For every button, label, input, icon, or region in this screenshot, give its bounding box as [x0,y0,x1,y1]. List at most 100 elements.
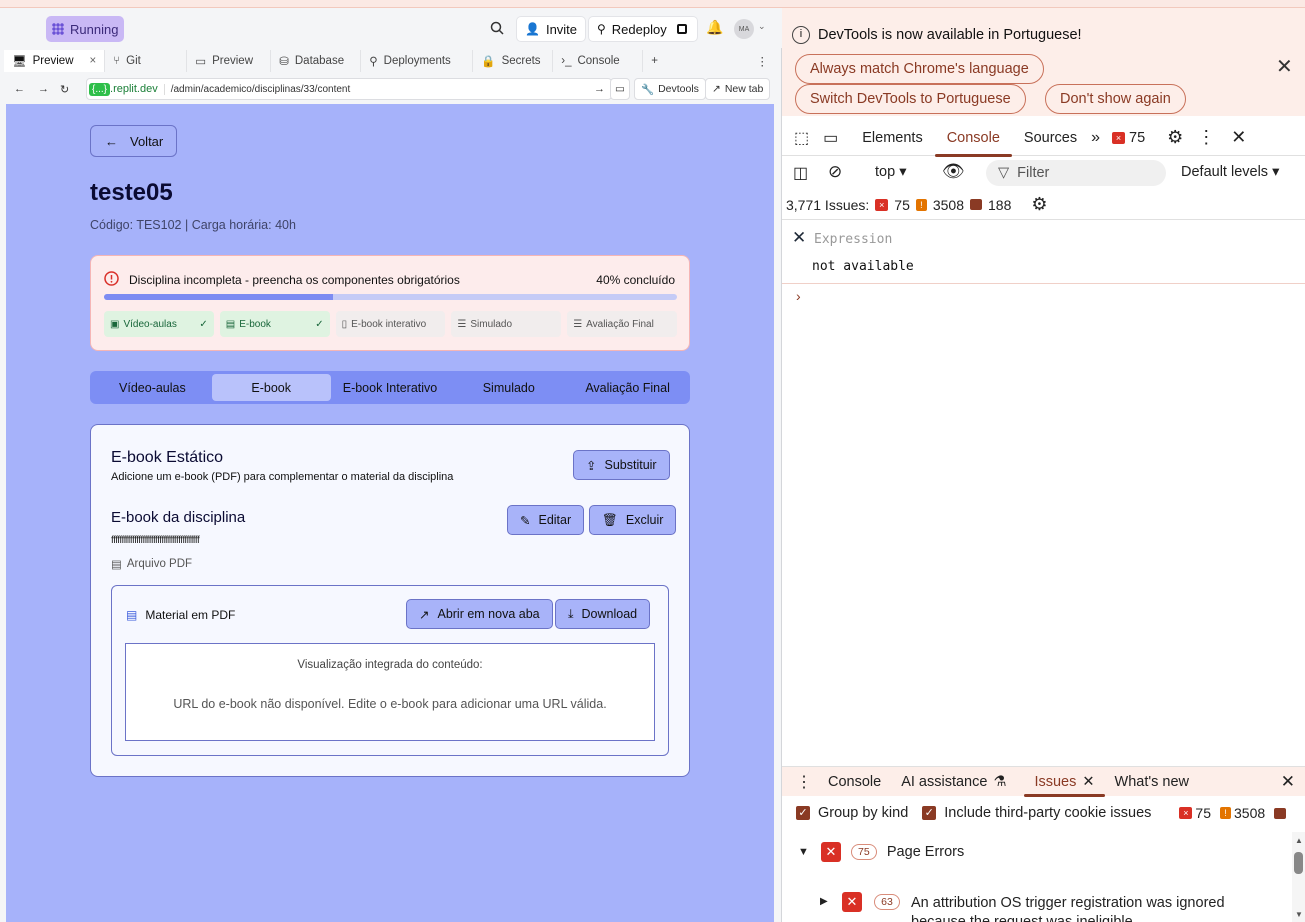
download-button[interactable]: ⤓ Download [555,599,651,629]
drawer-tab-whats-new[interactable]: What's new [1105,767,1200,797]
tab-console[interactable]: Console [934,120,1013,157]
tab-deployments[interactable]: ⚲ Deployments [361,50,474,72]
tab-simulado[interactable]: Simulado [449,374,568,401]
back-button[interactable]: ← Voltar [90,125,177,157]
url-input[interactable]: {...} .replit.dev /admin/academico/disci… [86,78,612,100]
chip-ebook: ▤ E-book ✓ [219,311,330,337]
context-select[interactable]: top ▾ [875,164,906,180]
drawer-tab-console[interactable]: Console [818,767,891,797]
terminal-icon: ›_ [561,55,572,67]
tab-database[interactable]: ⛁ Database [271,50,362,72]
close-icon[interactable]: ✕ [1276,54,1293,79]
replace-button[interactable]: ⇪ Substituir [573,450,670,480]
avatar[interactable]: MA [734,19,754,39]
host-badge: {...} [89,82,111,96]
edit-button[interactable]: ✎ Editar [507,505,585,535]
pdf-section: ▤ Material em PDF ↗ Abrir em nova aba ⤓ Do… [111,585,669,756]
screen-icon[interactable]: ▭ [610,78,630,100]
group-count: 75 [850,844,877,860]
close-icon[interactable]: ✕ [792,228,806,248]
invite-button[interactable]: 👤 Invite [516,16,587,42]
redeploy-button[interactable]: ⚲ Redeploy [588,16,698,42]
levels-select[interactable]: Default levels ▾ [1181,164,1279,180]
back-arrow-icon[interactable]: ← [14,83,25,95]
running-status[interactable]: Running [46,16,124,42]
tab-video-aulas[interactable]: Vídeo-aulas [93,374,212,401]
tab-avaliacao-final[interactable]: Avaliação Final [568,374,687,401]
go-arrow-icon[interactable]: → [594,83,605,95]
content-tabs: Vídeo-aulas E-book E-book Interativo Sim… [90,371,690,404]
close-icon[interactable]: × [90,55,97,67]
url-path: /admin/academico/disciplinas/33/content [163,83,350,95]
device-toggle-icon[interactable]: ▭ [823,128,838,148]
forward-arrow-icon[interactable]: → [38,83,49,95]
tab-ebook-interativo[interactable]: E-book Interativo [331,374,450,401]
download-icon: ⤓ [568,606,574,621]
gear-icon[interactable]: ⚙ [1167,127,1183,148]
expand-down-icon[interactable]: ▼ [798,846,809,858]
filter-input[interactable]: ▽ Filter [986,160,1166,186]
devtools-button[interactable]: 🔧 Devtools [634,78,706,100]
tab-git[interactable]: ⑂ Git [105,50,188,72]
tab-secrets[interactable]: 🔒 Secrets [473,50,554,72]
chip-avaliacao-final: ☰ Avaliação Final [567,311,677,337]
group-by-kind-checkbox[interactable]: ✓ [796,806,810,820]
always-match-button[interactable]: Always match Chrome's language [795,54,1044,84]
item-count: 63 [874,894,900,910]
trash-icon: 🗑 [602,512,618,527]
git-icon: ⑂ [113,55,121,67]
arrow-left-icon: ← [105,133,118,149]
message-icon [1274,807,1287,819]
tab-ebook[interactable]: E-book [211,374,331,401]
drawer-menu-icon[interactable]: ⋮ [796,772,812,792]
ebook-description: ffffffffffffffffffffffffffffffffffffffff… [111,535,200,546]
dont-show-button[interactable]: Don't show again [1045,84,1186,114]
new-tab-button[interactable]: + [643,50,666,72]
new-tab-link-button[interactable]: ↗ New tab [705,78,771,100]
tab-elements[interactable]: Elements [850,120,934,156]
inspect-icon[interactable]: ⬚ [794,128,809,148]
close-icon[interactable]: ✕ [1082,774,1094,790]
delete-button[interactable]: 🗑 Excluir [589,505,677,535]
close-devtools-icon[interactable]: ✕ [1231,127,1246,148]
scrollbar[interactable]: ▲ ▼ [1292,832,1305,922]
list-icon: ☰ [573,318,583,330]
tab-sources[interactable]: Sources [1012,120,1089,156]
chevron-down-icon[interactable]: ⌄ [758,21,766,32]
switch-language-button[interactable]: Switch DevTools to Portuguese [795,84,1026,114]
issue-item[interactable]: ▶ ✕ 63 An attribution OS trigger registr… [782,882,1292,922]
drawer-tab-ai[interactable]: AI assistance ⚗ [891,767,1016,797]
top-strip [0,0,1305,8]
open-new-tab-button[interactable]: ↗ Abrir em nova aba [406,599,553,629]
search-icon[interactable] [490,21,504,40]
sidebar-toggle-icon[interactable]: ◫ [793,163,808,183]
redeploy-icon: ⚲ [597,22,606,36]
tab-preview-active[interactable]: 🖥 Preview × [4,50,106,72]
scroll-up-icon[interactable]: ▲ [1295,836,1303,845]
drawer-tab-issues[interactable]: Issues ✕ [1024,767,1105,797]
pdf-label: ▤ Material em PDF [126,608,236,622]
expand-right-icon[interactable]: ▶ [820,896,828,907]
expression-input[interactable]: Expression [814,232,892,247]
third-party-checkbox[interactable]: ✓ [922,806,937,820]
reload-icon[interactable]: ↻ [60,83,69,96]
kebab-menu-icon[interactable]: ⋮ [1197,127,1215,148]
issues-options: ✓ Group by kind ✓ Include third-party co… [782,798,1305,828]
issues-summary[interactable]: 3,771 Issues: × 75 ! 3508 188 ⚙ [782,190,1305,220]
error-icon: ✕ [842,892,862,912]
eye-icon[interactable]: 👁 [942,161,965,182]
scroll-thumb[interactable] [1294,852,1303,874]
clear-console-icon[interactable]: ⊘ [828,162,842,182]
error-count[interactable]: 75 [1129,130,1145,146]
more-tabs-icon[interactable]: » [1091,129,1100,147]
more-icon[interactable]: ⋮ [749,50,777,72]
close-drawer-icon[interactable]: ✕ [1281,772,1295,792]
issue-group-page-errors[interactable]: ▼ ✕ 75 Page Errors [782,832,1292,872]
tab-preview[interactable]: ▭ Preview [187,50,272,72]
console-prompt[interactable]: › [796,288,801,304]
bell-icon[interactable]: 🔔 [706,19,723,36]
drawer-tabs: ⋮ Console AI assistance ⚗ Issues ✕ What's … [782,766,1305,797]
gear-icon[interactable]: ⚙ [1031,194,1047,215]
scroll-down-icon[interactable]: ▼ [1295,910,1303,919]
tab-console[interactable]: ›_ Console [553,50,644,72]
